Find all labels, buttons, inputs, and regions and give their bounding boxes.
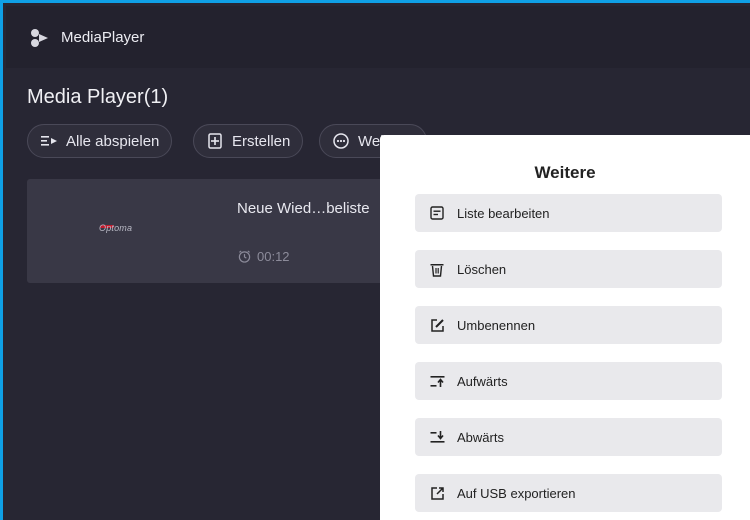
mediaplayer-logo-icon bbox=[31, 29, 48, 47]
duration-value: 00:12 bbox=[257, 249, 290, 264]
menu-item-export-usb[interactable]: Auf USB exportieren bbox=[415, 474, 722, 512]
menu-item-label: Umbenennen bbox=[457, 317, 536, 333]
move-down-icon bbox=[429, 429, 445, 445]
menu-item-label: Liste bearbeiten bbox=[457, 205, 550, 221]
playlist-thumbnail: Optoma bbox=[27, 179, 212, 283]
rename-icon bbox=[429, 317, 445, 333]
menu-item-label: Löschen bbox=[457, 261, 507, 277]
menu-item-move-up[interactable]: Aufwärts bbox=[415, 362, 722, 400]
menu-item-delete[interactable]: Löschen bbox=[415, 250, 722, 288]
create-button[interactable]: Erstellen bbox=[193, 124, 304, 158]
create-playlist-icon bbox=[206, 132, 224, 150]
menu-item-label: Aufwärts bbox=[457, 373, 508, 389]
edit-list-icon bbox=[429, 205, 445, 221]
menu-item-move-down[interactable]: Abwärts bbox=[415, 418, 722, 456]
app-name: MediaPlayer bbox=[61, 29, 145, 46]
move-up-icon bbox=[429, 373, 445, 389]
create-label: Erstellen bbox=[232, 132, 291, 150]
top-bar: MediaPlayer bbox=[6, 6, 750, 68]
play-all-label: Alle abspielen bbox=[66, 132, 160, 150]
menu-item-rename[interactable]: Umbenennen bbox=[415, 306, 722, 344]
thumbnail-brand-logo: Optoma bbox=[99, 223, 133, 233]
more-dots-icon bbox=[332, 132, 350, 150]
panel-title: Weitere bbox=[534, 163, 596, 182]
menu-item-label: Abwärts bbox=[457, 429, 504, 445]
clock-icon bbox=[238, 250, 251, 263]
trash-icon bbox=[429, 261, 445, 277]
playlist-title: Neue Wied…beliste bbox=[237, 200, 370, 217]
page-title: Media Player(1) bbox=[27, 86, 169, 108]
playlist-duration: 00:12 bbox=[238, 249, 290, 264]
menu-item-edit-list[interactable]: Liste bearbeiten bbox=[415, 194, 722, 232]
play-all-button[interactable]: Alle abspielen bbox=[27, 124, 173, 158]
more-options-panel: Weitere Liste bearbeiten Löschen Umbenen… bbox=[380, 135, 750, 520]
play-list-icon bbox=[40, 132, 58, 150]
menu-item-label: Auf USB exportieren bbox=[457, 485, 576, 501]
export-usb-icon bbox=[429, 485, 445, 501]
